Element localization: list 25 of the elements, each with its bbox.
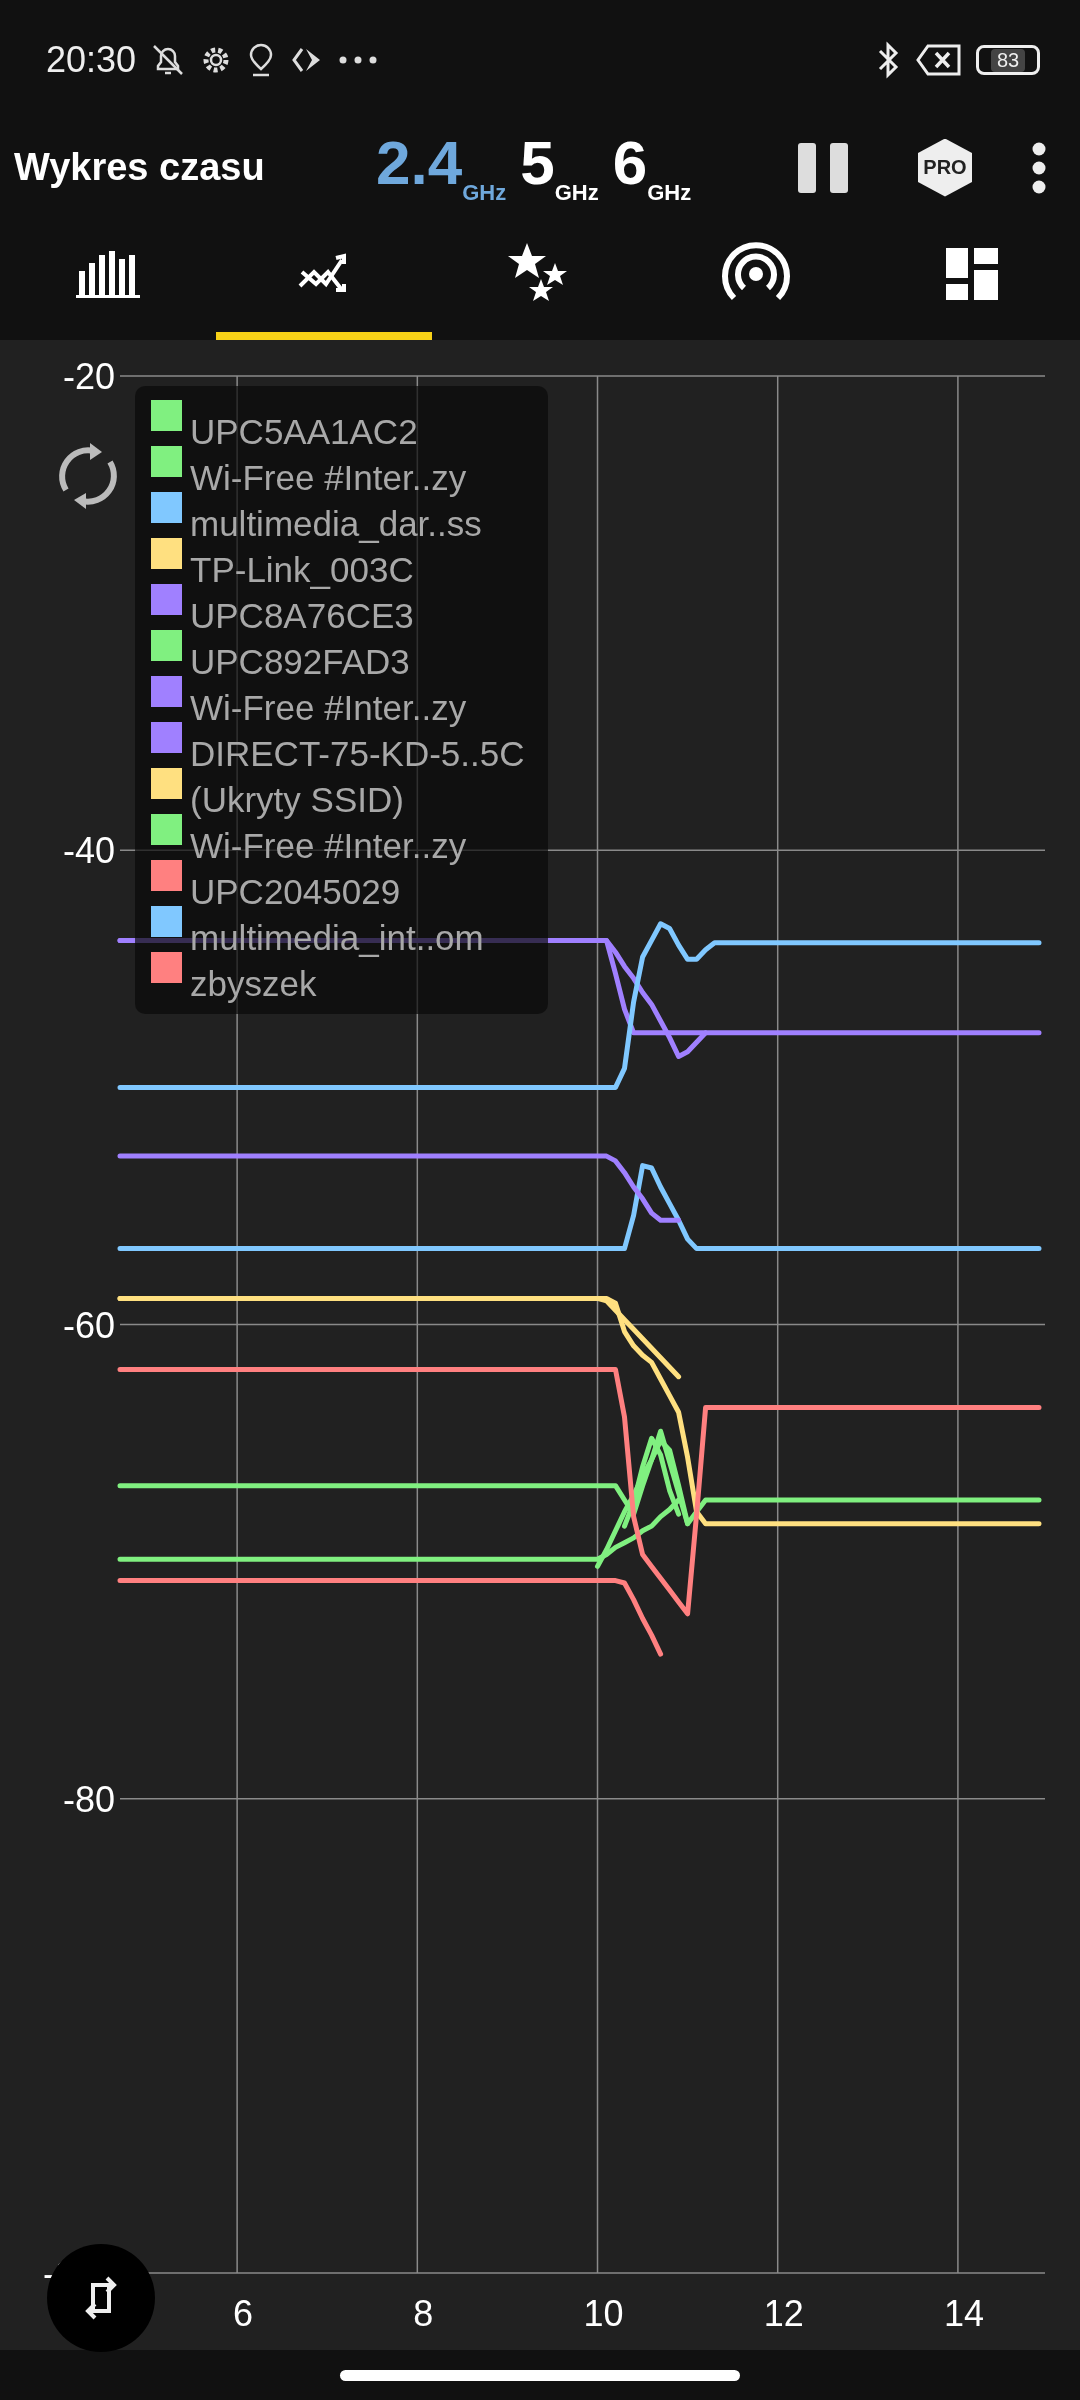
legend-label: DIRECT-75-KD-5..5C — [190, 736, 525, 771]
axis-label: 6 — [233, 2293, 254, 2334]
legend-label: multimedia_int..om — [190, 920, 484, 955]
legend-label: UPC5AA1AC2 — [190, 414, 418, 449]
legend-label: Wi-Free #Inter..zy — [190, 828, 467, 863]
legend-label: UPC2045029 — [190, 874, 401, 909]
axis-label: -20 — [62, 356, 115, 397]
axis-label: -60 — [62, 1304, 115, 1346]
legend-label: (Ukryty SSID) — [190, 782, 404, 817]
legend-label: Wi-Free #Inter..zy — [190, 460, 467, 495]
legend-label: TP-Link_003C — [190, 552, 414, 587]
legend-label: zbyszek — [190, 966, 317, 1001]
clock: 20:30 — [46, 39, 137, 81]
legend-label: multimedia_dar..ss — [190, 506, 482, 541]
axis-label: 10 — [583, 2293, 624, 2334]
axis-label: -80 — [62, 1778, 115, 1820]
legend-label: Wi-Free #Inter..zy — [190, 690, 467, 725]
screen-title: Wykres czasu — [14, 146, 266, 189]
legend-label: UPC892FAD3 — [190, 644, 410, 679]
axis-label: 14 — [943, 2293, 984, 2334]
legend-label: UPC8A76CE3 — [190, 598, 414, 633]
axis-label: -40 — [62, 830, 115, 872]
axis-label: 8 — [413, 2293, 434, 2334]
axis-label: 12 — [763, 2293, 804, 2334]
battery-indicator: 83 — [976, 45, 1040, 75]
